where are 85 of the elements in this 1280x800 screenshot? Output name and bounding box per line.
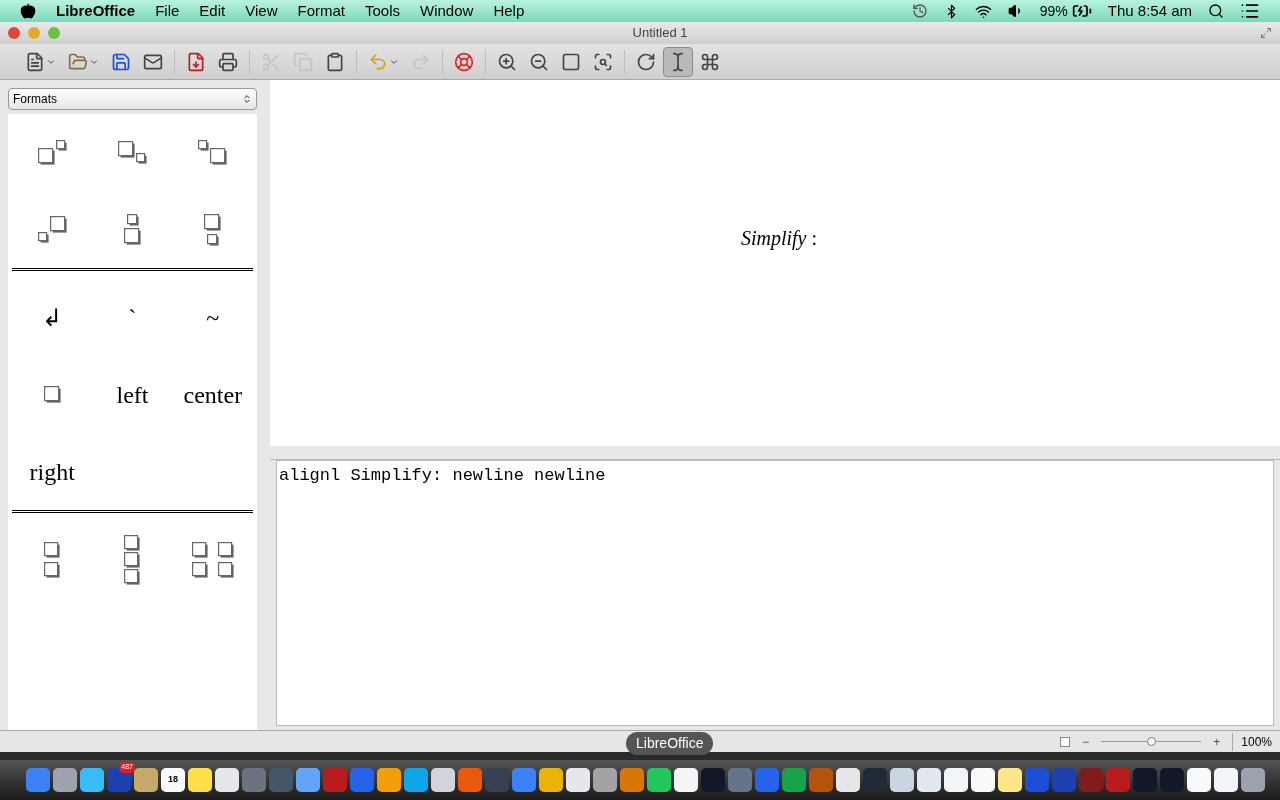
folder-icon	[68, 51, 88, 72]
dock-app-icon[interactable]	[647, 768, 671, 792]
dock-app-icon[interactable]	[539, 768, 563, 792]
toolbar-button[interactable]	[663, 46, 693, 77]
dock-app-icon[interactable]	[890, 768, 914, 792]
layout-icon[interactable]	[204, 213, 222, 246]
format-symbol[interactable]: ↲	[42, 299, 63, 336]
dock-app-icon[interactable]	[431, 768, 455, 792]
dock-app-icon[interactable]	[971, 768, 995, 792]
list-icon[interactable]	[1240, 1, 1260, 21]
battery-percentage: 99%	[1039, 1, 1068, 21]
format-symbol[interactable]: ~	[206, 299, 220, 336]
redo-icon	[411, 51, 431, 72]
layout-icon[interactable]	[37, 140, 67, 165]
dock-app-icon[interactable]	[674, 768, 698, 792]
dock-app-icon[interactable]	[53, 768, 77, 792]
refresh-icon	[636, 51, 656, 72]
zoom-out-icon	[529, 51, 549, 72]
scissors-icon	[261, 51, 281, 72]
menu-item[interactable]: Edit	[199, 0, 226, 23]
clock-history-icon[interactable]	[911, 3, 928, 19]
menu-item[interactable]: Help	[493, 0, 525, 23]
updown-icon	[242, 94, 252, 104]
menu-item[interactable]: Tools	[365, 0, 400, 23]
lifebuoy-icon	[454, 51, 474, 72]
dock-app-icon[interactable]	[998, 768, 1022, 792]
layout-icon[interactable]	[43, 386, 61, 403]
dock-app-icon[interactable]	[134, 768, 158, 792]
search-icon[interactable]	[1208, 3, 1224, 19]
layout-icon[interactable]	[37, 216, 67, 243]
command-icon	[700, 51, 720, 72]
dock-app-icon[interactable]	[944, 768, 968, 792]
magnifier-icon	[593, 51, 613, 72]
dock-app-icon[interactable]	[566, 768, 590, 792]
layout-icon[interactable]	[198, 140, 228, 165]
format-symbol[interactable]: right	[29, 453, 75, 490]
dock-app-icon[interactable]	[215, 768, 239, 792]
layout-icon[interactable]	[124, 214, 141, 245]
document-icon	[25, 51, 45, 72]
zoom-in-icon	[497, 51, 517, 72]
command-editor[interactable]: alignl Simplify: newline newline	[276, 460, 1274, 726]
format-symbol[interactable]: left	[116, 376, 149, 413]
menu-item[interactable]: File	[155, 0, 180, 23]
clock[interactable]: Thu 8:54 am	[1107, 0, 1192, 23]
dock-app-icon[interactable]	[836, 768, 860, 792]
dock-app-icon[interactable]	[1187, 768, 1211, 792]
menu-item[interactable]: Format	[297, 0, 345, 23]
calendar-date: 18	[168, 773, 178, 787]
dock-app-icon[interactable]	[1214, 768, 1238, 792]
layout-icon[interactable]	[44, 541, 61, 578]
layout-icon[interactable]	[124, 534, 141, 585]
layout-icon[interactable]	[118, 141, 147, 164]
modified-icon[interactable]	[1060, 736, 1071, 747]
zoom-in-button[interactable]: +	[1213, 732, 1221, 751]
dock-app-icon[interactable]	[296, 768, 320, 792]
dock-app-icon[interactable]	[917, 768, 941, 792]
formula-text: Simplify :	[740, 226, 818, 252]
menu-item[interactable]: View	[245, 0, 278, 23]
window-title: Untitled 1	[632, 24, 688, 43]
dock-app-icon[interactable]	[1241, 768, 1265, 792]
zoom-out-button[interactable]: −	[1082, 732, 1090, 751]
dock-app-icon[interactable]: 18	[161, 768, 185, 792]
format-symbol[interactable]: `	[128, 299, 137, 336]
close-button[interactable]	[8, 27, 20, 39]
clipboard-icon	[325, 51, 345, 72]
copy-icon	[293, 51, 313, 72]
fullscreen-icon[interactable]	[1260, 27, 1272, 39]
pdf-icon	[186, 51, 206, 72]
printer-icon	[218, 51, 238, 72]
undo-icon	[368, 51, 388, 72]
dock-app-icon[interactable]	[80, 768, 104, 792]
save-icon	[111, 51, 131, 72]
dock-app-icon[interactable]	[593, 768, 617, 792]
zoom-percentage: 100%	[1232, 732, 1272, 751]
square-icon	[561, 51, 581, 72]
layout-icon[interactable]	[191, 541, 234, 578]
tooltip: LibreOffice	[626, 732, 714, 755]
category-dropdown[interactable]: Formats	[8, 88, 257, 110]
zoom-thumb[interactable]	[1147, 737, 1157, 746]
apple-icon[interactable]	[20, 3, 36, 19]
app-menu[interactable]: LibreOffice	[56, 0, 136, 23]
dock-app-icon[interactable]	[377, 768, 401, 792]
menu-item[interactable]: Window	[420, 0, 474, 23]
format-symbol[interactable]: center	[183, 376, 243, 413]
dock-app-icon[interactable]	[188, 768, 212, 792]
